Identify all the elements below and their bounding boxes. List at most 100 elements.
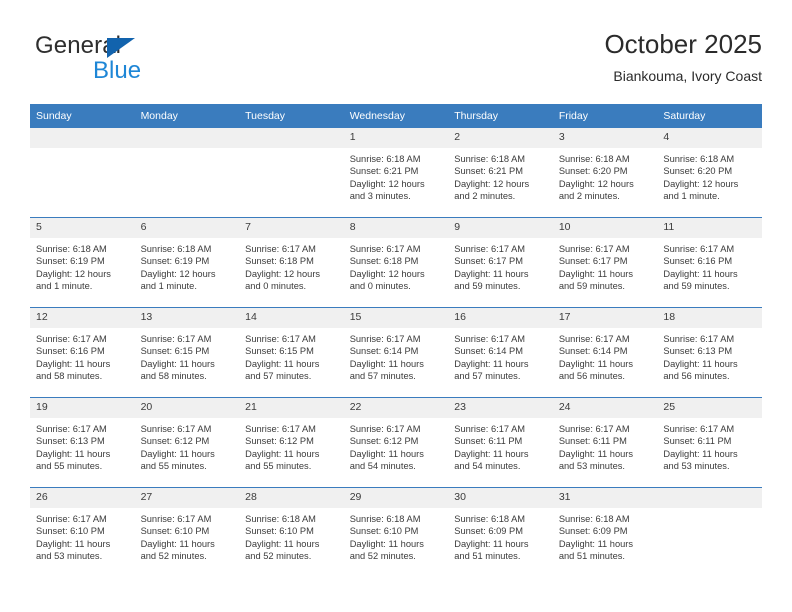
logo-word-blue: Blue [93, 57, 142, 84]
daylight-duration-line1: Daylight: 11 hours [36, 538, 111, 549]
calendar-day-cell[interactable]: 12 Sunrise: 6:17 AM Sunset: 6:16 PM Dayligh… [30, 307, 135, 398]
day-number: 21 [239, 398, 344, 418]
day-details: Sunrise: 6:18 AM Sunset: 6:20 PM Daylight:… [553, 148, 658, 203]
daylight-duration-line2: and 59 minutes. [558, 281, 625, 292]
logo-triangle-icon [107, 38, 135, 58]
sunrise-time: Sunrise: 6:17 AM [140, 514, 212, 524]
sunset-time: Sunset: 6:20 PM [558, 166, 628, 177]
daylight-duration-line2: and 54 minutes. [454, 461, 521, 472]
calendar-page: General Blue October 2025 Biankouma, Ivo… [0, 0, 792, 612]
day-number: 23 [448, 398, 553, 418]
sunrise-time: Sunrise: 6:17 AM [663, 334, 735, 344]
day-details: Sunrise: 6:17 AM Sunset: 6:18 PM Daylight:… [344, 238, 449, 293]
calendar-day-cell-empty [30, 128, 135, 218]
general-blue-logo[interactable]: General Blue [35, 32, 235, 90]
calendar-day-cell[interactable]: 17 Sunrise: 6:17 AM Sunset: 6:14 PM Dayligh… [552, 307, 658, 398]
day-details: Sunrise: 6:17 AM Sunset: 6:10 PM Daylight:… [135, 508, 240, 563]
sunrise-time: Sunrise: 6:18 AM [140, 244, 212, 254]
daylight-duration-line2: and 52 minutes. [245, 551, 312, 562]
day-number: 4 [657, 128, 762, 148]
calendar-day-cell[interactable]: 21 Sunrise: 6:17 AM Sunset: 6:12 PM Dayligh… [239, 397, 344, 488]
calendar-day-cell[interactable]: 9 Sunrise: 6:17 AM Sunset: 6:17 PM Daylight… [448, 217, 553, 308]
sunrise-time: Sunrise: 6:18 AM [558, 514, 630, 524]
calendar-day-cell[interactable]: 31 Sunrise: 6:18 AM Sunset: 6:09 PM Dayligh… [552, 487, 658, 577]
calendar-day-cell[interactable]: 28 Sunrise: 6:18 AM Sunset: 6:10 PM Dayligh… [239, 487, 344, 577]
day-details: Sunrise: 6:18 AM Sunset: 6:19 PM Daylight:… [30, 238, 135, 293]
calendar-day-cell[interactable]: 25 Sunrise: 6:17 AM Sunset: 6:11 PM Dayligh… [657, 397, 762, 488]
sunset-time: Sunset: 6:12 PM [245, 436, 314, 447]
calendar-week-row: 5 Sunrise: 6:18 AM Sunset: 6:19 PM Daylight… [30, 217, 762, 308]
day-details: Sunrise: 6:17 AM Sunset: 6:12 PM Daylight:… [135, 418, 240, 473]
day-details: Sunrise: 6:17 AM Sunset: 6:17 PM Daylight:… [448, 238, 553, 293]
calendar-day-cell[interactable]: 6 Sunrise: 6:18 AM Sunset: 6:19 PM Daylight… [134, 217, 240, 308]
day-number: 19 [30, 398, 135, 418]
page-header: General Blue October 2025 Biankouma, Ivo… [30, 28, 762, 94]
calendar-day-cell[interactable]: 26 Sunrise: 6:17 AM Sunset: 6:10 PM Dayligh… [30, 487, 135, 577]
day-number [239, 128, 344, 148]
calendar-day-cell[interactable]: 2 Sunrise: 6:18 AM Sunset: 6:21 PM Daylight… [448, 128, 553, 218]
daylight-duration-line1: Daylight: 11 hours [663, 448, 738, 459]
calendar-day-cell[interactable]: 22 Sunrise: 6:17 AM Sunset: 6:12 PM Dayligh… [343, 397, 449, 488]
day-number [134, 128, 240, 148]
sunrise-time: Sunrise: 6:18 AM [663, 154, 735, 164]
calendar-day-cell[interactable]: 24 Sunrise: 6:17 AM Sunset: 6:11 PM Dayligh… [552, 397, 658, 488]
daylight-duration-line2: and 53 minutes. [558, 461, 625, 472]
sunset-time: Sunset: 6:16 PM [36, 346, 105, 357]
calendar-day-cell[interactable]: 10 Sunrise: 6:17 AM Sunset: 6:17 PM Dayligh… [552, 217, 658, 308]
day-details: Sunrise: 6:17 AM Sunset: 6:15 PM Daylight:… [135, 328, 240, 383]
calendar-day-cell[interactable]: 5 Sunrise: 6:18 AM Sunset: 6:19 PM Daylight… [30, 217, 135, 308]
calendar-day-cell[interactable]: 20 Sunrise: 6:17 AM Sunset: 6:12 PM Dayligh… [134, 397, 240, 488]
daylight-duration-line2: and 58 minutes. [36, 371, 103, 382]
day-number: 9 [448, 218, 553, 238]
sunrise-time: Sunrise: 6:18 AM [454, 514, 526, 524]
day-details: Sunrise: 6:18 AM Sunset: 6:10 PM Daylight:… [239, 508, 344, 563]
day-details: Sunrise: 6:17 AM Sunset: 6:15 PM Daylight:… [239, 328, 344, 383]
day-details: Sunrise: 6:17 AM Sunset: 6:10 PM Daylight:… [30, 508, 135, 563]
title-block: October 2025 Biankouma, Ivory Coast [604, 28, 762, 86]
daylight-duration-line2: and 51 minutes. [558, 551, 625, 562]
calendar-day-cell-empty [134, 128, 240, 218]
daylight-duration-line1: Daylight: 11 hours [558, 448, 634, 459]
day-number: 3 [552, 128, 658, 148]
calendar-day-cell[interactable]: 4 Sunrise: 6:18 AM Sunset: 6:20 PM Daylight… [657, 128, 762, 218]
calendar-day-cell-empty [657, 487, 762, 577]
sunset-time: Sunset: 6:11 PM [454, 436, 523, 447]
calendar-day-cell[interactable]: 7 Sunrise: 6:17 AM Sunset: 6:18 PM Daylight… [239, 217, 344, 308]
calendar-day-cell[interactable]: 15 Sunrise: 6:17 AM Sunset: 6:14 PM Dayligh… [343, 307, 449, 398]
sunrise-time: Sunrise: 6:17 AM [663, 244, 735, 254]
sunrise-time: Sunrise: 6:17 AM [245, 244, 316, 254]
day-number: 20 [134, 398, 240, 418]
calendar-day-cell[interactable]: 23 Sunrise: 6:17 AM Sunset: 6:11 PM Dayligh… [448, 397, 553, 488]
calendar-day-cell[interactable]: 1 Sunrise: 6:18 AM Sunset: 6:21 PM Daylight… [343, 128, 449, 218]
daylight-duration-line1: Daylight: 12 hours [140, 268, 216, 279]
daylight-duration-line2: and 57 minutes. [245, 371, 312, 382]
calendar-day-cell[interactable]: 14 Sunrise: 6:17 AM Sunset: 6:15 PM Dayligh… [239, 307, 344, 398]
calendar-day-cell[interactable]: 29 Sunrise: 6:18 AM Sunset: 6:10 PM Dayligh… [343, 487, 449, 577]
calendar-day-cell[interactable]: 18 Sunrise: 6:17 AM Sunset: 6:13 PM Dayligh… [657, 307, 762, 398]
sunset-time: Sunset: 6:11 PM [663, 436, 732, 447]
sunset-time: Sunset: 6:10 PM [245, 526, 314, 537]
sunrise-time: Sunrise: 6:17 AM [36, 424, 107, 434]
daylight-duration-line2: and 0 minutes. [349, 281, 411, 292]
sunset-time: Sunset: 6:21 PM [349, 166, 419, 177]
day-number: 13 [134, 308, 240, 328]
calendar-day-cell[interactable]: 3 Sunrise: 6:18 AM Sunset: 6:20 PM Daylight… [552, 128, 658, 218]
day-details: Sunrise: 6:17 AM Sunset: 6:13 PM Daylight:… [30, 418, 135, 473]
sunset-time: Sunset: 6:21 PM [454, 166, 523, 177]
day-details: Sunrise: 6:17 AM Sunset: 6:11 PM Daylight:… [553, 418, 658, 473]
day-number: 22 [343, 398, 449, 418]
calendar-day-cell[interactable]: 13 Sunrise: 6:17 AM Sunset: 6:15 PM Dayligh… [134, 307, 240, 398]
calendar-day-cell[interactable]: 8 Sunrise: 6:17 AM Sunset: 6:18 PM Daylight… [343, 217, 449, 308]
calendar-day-cell[interactable]: 27 Sunrise: 6:17 AM Sunset: 6:10 PM Dayligh… [134, 487, 240, 577]
calendar-day-cell[interactable]: 16 Sunrise: 6:17 AM Sunset: 6:14 PM Dayligh… [448, 307, 553, 398]
sunset-time: Sunset: 6:17 PM [454, 256, 523, 267]
day-number: 6 [134, 218, 240, 238]
calendar-day-cell[interactable]: 30 Sunrise: 6:18 AM Sunset: 6:09 PM Dayligh… [448, 487, 553, 577]
daylight-duration-line1: Daylight: 11 hours [349, 448, 424, 459]
sunrise-time: Sunrise: 6:17 AM [558, 334, 630, 344]
calendar-day-cell[interactable]: 11 Sunrise: 6:17 AM Sunset: 6:16 PM Dayligh… [657, 217, 762, 308]
calendar-day-cell[interactable]: 19 Sunrise: 6:17 AM Sunset: 6:13 PM Dayligh… [30, 397, 135, 488]
day-number: 30 [448, 488, 553, 508]
sunrise-time: Sunrise: 6:17 AM [454, 424, 526, 434]
day-number: 28 [239, 488, 344, 508]
